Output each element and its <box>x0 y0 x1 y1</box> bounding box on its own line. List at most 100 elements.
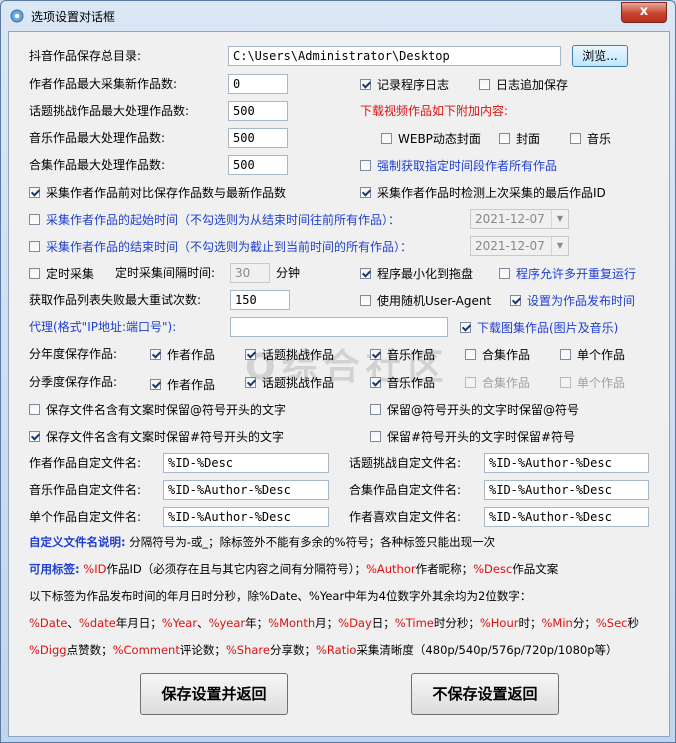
checkbox-box <box>499 133 510 144</box>
start-time-label: 采集作者作品的起始时间（不勾选则为从结束时间往前所有作品）： <box>46 213 401 227</box>
topic-name-label: 话题挑战自定文件名: <box>349 456 462 470</box>
cover-checkbox[interactable]: 封面 <box>499 130 540 147</box>
checkbox-box <box>29 187 40 198</box>
topic-name-input[interactable]: %ID-%Author-%Desc <box>484 453 649 473</box>
save-dir-label: 抖音作品保存总目录: <box>29 49 142 63</box>
author-max-input[interactable]: 0 <box>228 74 288 94</box>
music-name-input[interactable]: %ID-%Author-%Desc <box>163 480 329 500</box>
keep-at-label: 保存文件名含有文案时保留@符号开头的文字 <box>46 403 287 417</box>
year-single-label: 单个作品 <box>577 348 626 362</box>
timer-checkbox[interactable]: 定时采集 <box>29 265 94 282</box>
checkbox-box <box>150 379 161 390</box>
music-max-input[interactable]: 500 <box>228 128 288 148</box>
webp-label: WEBP动态封面 <box>398 132 481 146</box>
webp-checkbox[interactable]: WEBP动态封面 <box>381 130 481 147</box>
year-author-checkbox[interactable]: 作者作品 <box>150 346 215 363</box>
music-checkbox[interactable]: 音乐 <box>570 130 611 147</box>
tag-hour-desc: 时； <box>518 616 542 630</box>
help-title-2: 可用标签: <box>29 562 80 576</box>
tag-sec-desc: 秒 <box>627 616 639 630</box>
year-save-label: 分年度保存作品: <box>29 347 118 361</box>
quarter-author-checkbox[interactable]: 作者作品 <box>150 376 215 393</box>
year-author-label: 作者作品 <box>167 348 216 362</box>
checkbox-box <box>479 79 490 90</box>
quarter-topic-checkbox[interactable]: 话题挑战作品 <box>245 374 334 391</box>
quarter-author-label: 作者作品 <box>167 378 216 392</box>
checkbox-box <box>150 349 161 360</box>
start-time-checkbox[interactable]: 采集作者作品的起始时间（不勾选则为从结束时间往前所有作品）： <box>29 211 400 228</box>
tag-month: %Month <box>268 616 316 630</box>
music-name-label: 音乐作品自定文件名: <box>29 483 142 497</box>
help-line-3: 以下标签为作品发布时间的年月日时分秒，除%Date、%Year中年为4位数字外其… <box>29 589 532 603</box>
browse-button[interactable]: 浏览... <box>572 45 628 67</box>
author-name-input[interactable]: %ID-%Desc <box>163 453 329 473</box>
timer-interval-input[interactable]: 30 <box>230 263 270 283</box>
end-date-value: 2021-12-07 <box>475 239 545 253</box>
checkbox-box <box>465 377 476 388</box>
proxy-label: 代理(格式"IP地址:端口号"): <box>29 320 177 334</box>
download-album-checkbox[interactable]: 下载图集作品(图片及音乐) <box>460 319 618 336</box>
dialog-client-area: Q综合社区 抖音作品保存总目录: C:\Users\Administrator\… <box>8 31 670 737</box>
year-music-checkbox[interactable]: 音乐作品 <box>370 346 435 363</box>
end-date-picker[interactable]: 2021-12-07 ▼ <box>470 236 569 256</box>
topic-max-label: 话题挑战作品最大处理作品数: <box>29 104 190 118</box>
start-date-picker[interactable]: 2021-12-07 ▼ <box>470 209 569 229</box>
keep-at-symbol-label: 保留@符号开头的文字时保留@符号 <box>387 403 580 417</box>
window-title: 选项设置对话框 <box>31 10 116 24</box>
tag-date-desc: 年月日； <box>115 616 162 630</box>
collection-name-input[interactable]: %ID-%Author-%Desc <box>484 480 649 500</box>
start-date-value: 2021-12-07 <box>475 212 545 226</box>
save-dir-input[interactable]: C:\Users\Administrator\Desktop <box>228 46 561 66</box>
checkbox-box <box>360 79 371 90</box>
detect-last-checkbox[interactable]: 采集作者作品时检测上次采集的最后作品ID <box>360 184 606 201</box>
keep-hash-checkbox[interactable]: 保存文件名含有文案时保留#符号开头的文字 <box>29 428 284 445</box>
quarter-topic-label: 话题挑战作品 <box>262 376 335 390</box>
help-line-5: %Digg点赞数；%Comment评论数；%Share分享数；%Ratio采集清… <box>29 642 618 658</box>
end-time-checkbox[interactable]: 采集作者作品的结束时间（不勾选则为截止到当前时间的所有作品）： <box>29 238 412 255</box>
tag-min: %Min <box>541 616 573 630</box>
collection-max-input[interactable]: 500 <box>228 155 288 175</box>
keep-hash-symbol-checkbox[interactable]: 保留#符号开头的文字时保留#符号 <box>370 428 575 445</box>
multi-instance-checkbox[interactable]: 程序允许多开重复运行 <box>499 265 636 282</box>
year-topic-checkbox[interactable]: 话题挑战作品 <box>245 346 334 363</box>
checkbox-box <box>465 349 476 360</box>
set-time-checkbox[interactable]: 设置为作品发布时间 <box>510 292 635 309</box>
return-without-save-button[interactable]: 不保存设置返回 <box>411 673 559 715</box>
compare-checkbox[interactable]: 采集作者作品前对比保存作品数与最新作品数 <box>29 184 286 201</box>
quarter-music-checkbox[interactable]: 音乐作品 <box>370 374 435 391</box>
proxy-input[interactable] <box>230 317 448 337</box>
year-topic-label: 话题挑战作品 <box>262 348 335 362</box>
checkbox-box <box>370 349 381 360</box>
help-title-1: 自定义文件名说明: <box>29 535 126 549</box>
quarter-collection-checkbox[interactable]: 合集作品 <box>465 374 530 391</box>
log-append-checkbox[interactable]: 日志追加保存 <box>479 76 568 93</box>
single-name-input[interactable]: %ID-%Author-%Desc <box>163 507 329 527</box>
random-ua-label: 使用随机User-Agent <box>377 294 492 308</box>
year-collection-checkbox[interactable]: 合集作品 <box>465 346 530 363</box>
checkbox-box <box>29 268 40 279</box>
save-and-return-button[interactable]: 保存设置并返回 <box>140 673 288 715</box>
tag-hour: %Hour <box>479 616 519 630</box>
topic-max-input[interactable]: 500 <box>228 101 288 121</box>
gear-cloud-icon <box>10 9 24 23</box>
retry-input[interactable]: 150 <box>230 290 290 310</box>
year-single-checkbox[interactable]: 单个作品 <box>560 346 625 363</box>
keep-hash-label: 保存文件名含有文案时保留#符号开头的文字 <box>46 430 285 444</box>
tag-day-desc: 日； <box>371 616 395 630</box>
like-name-input[interactable]: %ID-%Author-%Desc <box>484 507 649 527</box>
tag-id: %ID <box>83 562 107 576</box>
checkbox-box <box>29 431 40 442</box>
timer-label: 定时采集 <box>46 267 95 281</box>
checkbox-box <box>29 404 40 415</box>
keep-at-symbol-checkbox[interactable]: 保留@符号开头的文字时保留@符号 <box>370 401 579 418</box>
keep-at-checkbox[interactable]: 保存文件名含有文案时保留@符号开头的文字 <box>29 401 286 418</box>
tag-sec: %Sec <box>595 616 628 630</box>
force-time-checkbox[interactable]: 强制获取指定时间段作者所有作品 <box>360 157 557 174</box>
multi-instance-label: 程序允许多开重复运行 <box>516 267 637 281</box>
random-ua-checkbox[interactable]: 使用随机User-Agent <box>360 292 491 309</box>
close-button[interactable]: x <box>621 2 667 23</box>
options-dialog: 选项设置对话框 x Q综合社区 抖音作品保存总目录: C:\Users\Admi… <box>0 0 676 743</box>
min-tray-checkbox[interactable]: 程序最小化到拖盘 <box>360 265 473 282</box>
quarter-single-checkbox[interactable]: 单个作品 <box>560 374 625 391</box>
log-checkbox[interactable]: 记录程序日志 <box>360 76 449 93</box>
